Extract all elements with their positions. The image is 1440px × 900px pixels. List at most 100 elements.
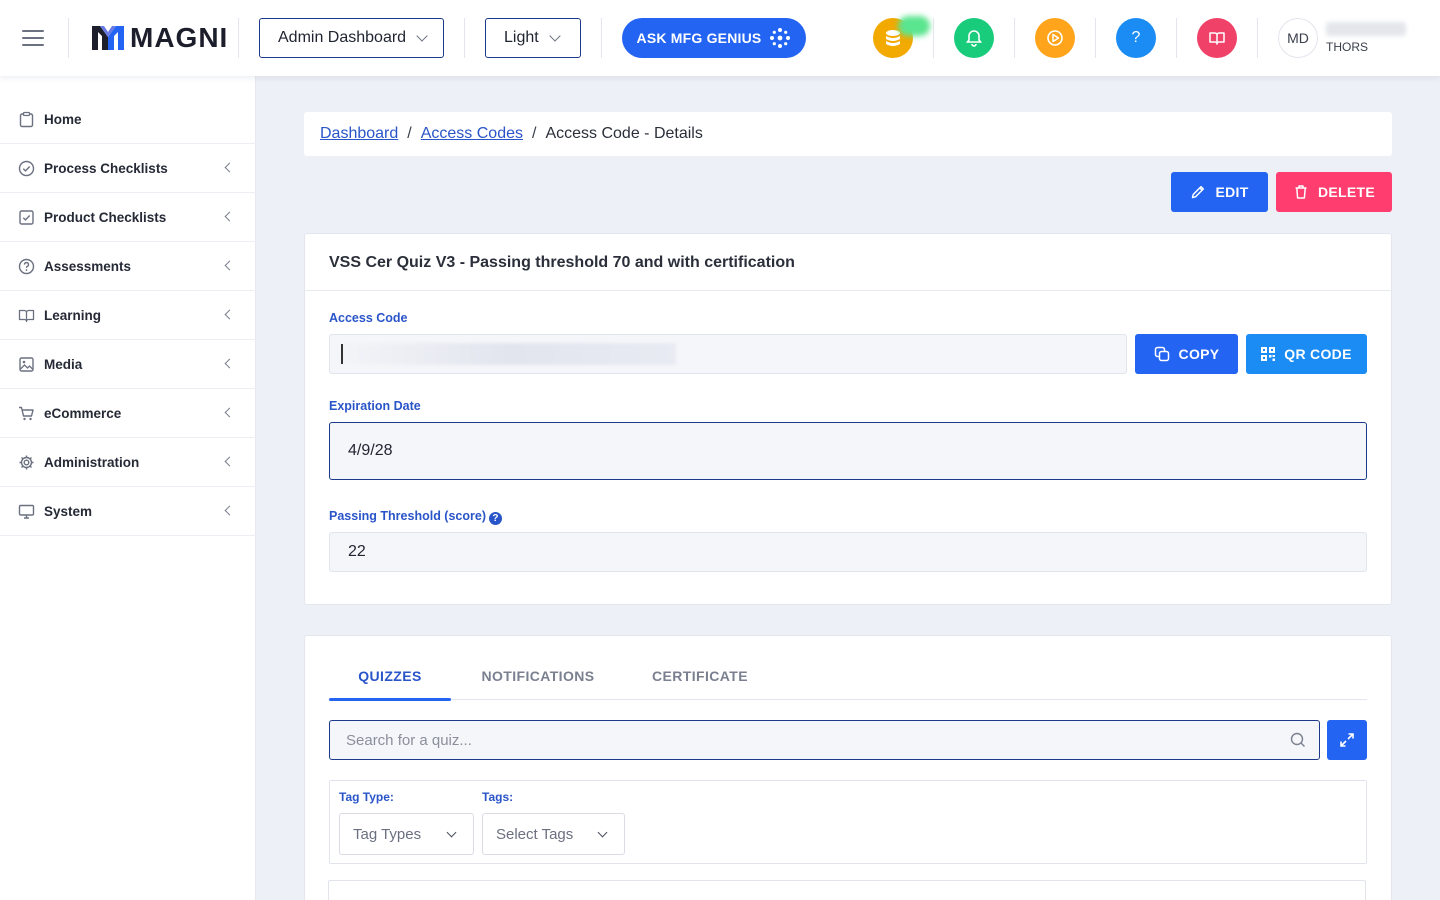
sidebar-item-administration[interactable]: Administration: [0, 438, 256, 487]
breadcrumb-access-codes-link[interactable]: Access Codes: [421, 125, 523, 143]
header-divider: [68, 18, 69, 58]
tags-select[interactable]: Select Tags: [482, 813, 625, 855]
breadcrumb-dashboard-link[interactable]: Dashboard: [320, 125, 398, 143]
qr-code-icon: [1261, 347, 1276, 361]
sidebar-item-label: Learning: [44, 307, 102, 323]
qr-code-label: QR CODE: [1284, 346, 1352, 362]
edit-label: EDIT: [1215, 184, 1249, 200]
quiz-search-input[interactable]: [329, 720, 1320, 760]
header-divider: [1257, 18, 1258, 58]
card-title: VSS Cer Quiz V3 - Passing threshold 70 a…: [329, 254, 795, 271]
delete-label: DELETE: [1317, 184, 1376, 200]
sidebar: Home Process Checklists Product Checklis…: [0, 76, 256, 900]
sidebar-item-process-checklists[interactable]: Process Checklists: [0, 144, 256, 193]
breadcrumb-current: Access Code - Details: [545, 125, 703, 142]
sidebar-item-ecommerce[interactable]: eCommerce: [0, 389, 256, 438]
sidebar-item-system[interactable]: System: [0, 487, 256, 536]
cart-icon: [19, 406, 34, 421]
help-circle-icon[interactable]: ?: [488, 512, 502, 525]
trash-icon: [1295, 185, 1307, 199]
access-code-details-card: VSS Cer Quiz V3 - Passing threshold 70 a…: [304, 233, 1392, 605]
tag-filters: Tag Type: Tag Types Tags: Select Tags: [329, 780, 1367, 864]
avatar-initials: MD: [1287, 30, 1309, 46]
active-tab-indicator: [329, 698, 451, 701]
user-avatar[interactable]: MD: [1278, 18, 1318, 58]
header-divider: [1014, 18, 1015, 58]
dashboard-select[interactable]: Admin Dashboard: [259, 18, 444, 58]
chevron-left-icon: [224, 211, 235, 222]
edit-button[interactable]: EDIT: [1171, 172, 1268, 212]
tab-label: CERTIFICATE: [652, 668, 748, 684]
tags-label: Tags:: [482, 790, 514, 804]
header-divider: [933, 18, 934, 58]
tutorial-video-button[interactable]: [1035, 18, 1075, 58]
magni-logo[interactable]: MAGNI: [90, 22, 228, 54]
passing-threshold-field[interactable]: 22: [329, 532, 1367, 572]
breadcrumb-separator: /: [532, 125, 537, 142]
coins-count-badge: [898, 16, 930, 36]
sidebar-item-home[interactable]: Home: [0, 95, 256, 144]
book-open-icon: [1209, 32, 1225, 45]
tags-value: Select Tags: [496, 825, 574, 843]
sidebar-item-product-checklists[interactable]: Product Checklists: [0, 193, 256, 242]
check-circle-icon: [18, 160, 35, 177]
bell-icon: [965, 30, 983, 47]
sidebar-item-label: Administration: [44, 454, 140, 470]
header-divider: [464, 18, 465, 58]
header-divider: [238, 18, 239, 58]
chevron-left-icon: [224, 407, 235, 418]
sidebar-item-label: Product Checklists: [44, 209, 167, 225]
docs-button[interactable]: [1197, 18, 1237, 58]
ask-mfg-genius-label: ASK MFG GENIUS: [636, 30, 762, 46]
pencil-icon: [1192, 185, 1205, 199]
tag-type-select[interactable]: Tag Types: [339, 813, 474, 855]
sidebar-item-label: Process Checklists: [44, 160, 168, 176]
breadcrumb-separator: /: [407, 125, 412, 142]
chevron-left-icon: [224, 162, 235, 173]
tag-type-label: Tag Type:: [339, 790, 394, 804]
chevron-left-icon: [224, 456, 235, 467]
theme-select-value: Light: [504, 29, 539, 46]
user-name-redacted: [1326, 22, 1406, 36]
chevron-down-icon: [446, 827, 457, 838]
chevron-down-icon: [597, 827, 608, 838]
sidebar-item-media[interactable]: Media: [0, 340, 256, 389]
chevron-down-icon: [416, 30, 428, 42]
passing-threshold-label: Passing Threshold (score)?: [329, 509, 502, 525]
passing-threshold-label-text: Passing Threshold (score): [329, 509, 486, 523]
card-divider: [305, 290, 1391, 291]
expand-button[interactable]: [1327, 720, 1367, 760]
top-header: MAGNI Admin Dashboard Light ASK MFG GENI…: [0, 0, 1440, 76]
gear-icon: [19, 455, 34, 470]
header-divider: [1095, 18, 1096, 58]
logo-text: MAGNI: [130, 22, 229, 53]
tag-type-value: Tag Types: [353, 825, 422, 843]
copy-label: COPY: [1178, 346, 1220, 362]
ask-mfg-genius-button[interactable]: ASK MFG GENIUS: [622, 18, 806, 58]
copy-icon: [1154, 346, 1169, 362]
theme-select[interactable]: Light: [485, 18, 581, 58]
breadcrumb: Dashboard / Access Codes / Access Code -…: [304, 112, 1392, 156]
user-org: THORS: [1326, 40, 1368, 54]
delete-button[interactable]: DELETE: [1276, 172, 1392, 212]
access-code-label: Access Code: [329, 311, 408, 325]
access-code-redacted: [342, 343, 676, 365]
expiration-date-field[interactable]: 4/9/28: [329, 422, 1367, 480]
quiz-tabs-card: QUIZZES NOTIFICATIONS CERTIFICATE Tag Ty…: [304, 635, 1392, 900]
question-mark-icon: ?: [1131, 29, 1141, 46]
expand-icon: [1340, 733, 1354, 747]
magni-logo-icon: [92, 26, 124, 50]
play-circle-icon: [1047, 30, 1063, 46]
access-code-field[interactable]: [329, 334, 1127, 374]
text-caret: [341, 344, 343, 364]
qr-code-button[interactable]: QR CODE: [1246, 334, 1367, 374]
menu-toggle-icon[interactable]: [22, 27, 44, 49]
sidebar-item-learning[interactable]: Learning: [0, 291, 256, 340]
copy-button[interactable]: COPY: [1135, 334, 1238, 374]
clipboard-icon: [19, 111, 34, 128]
search-icon[interactable]: [1290, 732, 1306, 748]
help-button[interactable]: ?: [1116, 18, 1156, 58]
notifications-button[interactable]: [954, 18, 994, 58]
sidebar-item-label: Assessments: [44, 258, 132, 274]
sidebar-item-assessments[interactable]: Assessments: [0, 242, 256, 291]
